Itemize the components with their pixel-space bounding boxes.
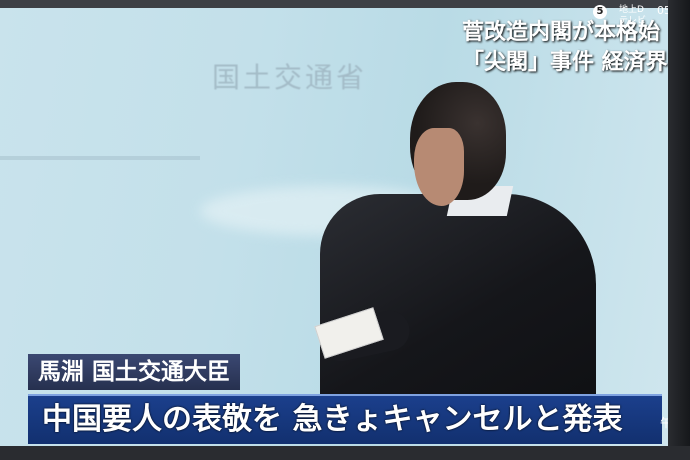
caption-strip: 中国要人の表敬を 急きょキャンセルと発表 — [28, 394, 662, 444]
tv-frame: 国土交通省 菅改造内閣が本格始 「尖閣」事件 経済界は 5 地上D テレビ 05… — [0, 0, 690, 460]
channel-number-icon: 5 — [593, 5, 607, 19]
channel-indicator: 5 地上D テレビ 051 — [593, 2, 678, 26]
news-headline-line2: 「尖閣」事件 経済界は — [462, 50, 690, 75]
minister-figure — [300, 76, 600, 414]
speaker-title-strip: 馬淵 国土交通大臣 — [28, 354, 241, 390]
suit — [320, 194, 596, 414]
tv-bottom-bezel — [0, 446, 690, 460]
wall-stripe — [0, 156, 200, 160]
tv-top-bezel — [0, 0, 690, 8]
network-label: テレビ — [619, 16, 647, 26]
caption-text: 中国要人の表敬を 急きょキャンセルと発表 — [42, 402, 623, 437]
tv-right-bezel — [668, 0, 690, 460]
